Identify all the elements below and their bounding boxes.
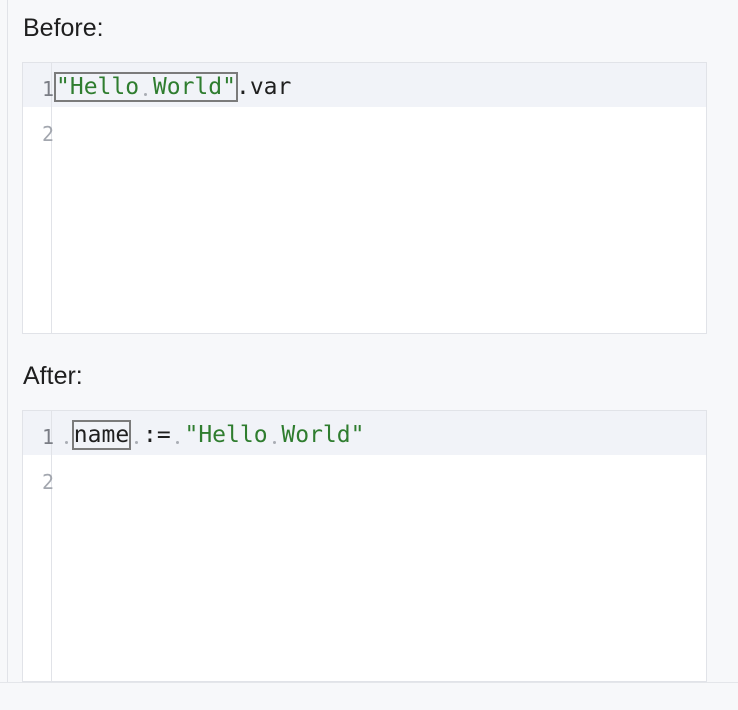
after-code-editor[interactable]: 1 2 name := "Hello World" — [22, 410, 707, 682]
left-divider — [7, 0, 8, 682]
string-literal-part: "Hello — [56, 74, 140, 100]
bottom-divider — [0, 682, 738, 683]
after-label: After: — [23, 362, 83, 390]
template-variable-box[interactable]: name — [71, 420, 132, 450]
gutter-divider — [51, 411, 52, 681]
postfix-suffix: .var — [235, 74, 292, 100]
string-literal-part: World" — [152, 74, 236, 100]
before-label: Before: — [23, 14, 104, 42]
before-code-editor[interactable]: 1 2 "Hello World".var — [22, 62, 707, 334]
template-string-box[interactable]: "Hello World" — [54, 72, 238, 102]
string-literal-part: "Hello — [184, 422, 268, 448]
code-line[interactable]: "Hello World".var — [54, 72, 292, 102]
assignment-operator: := — [142, 422, 171, 448]
code-line[interactable]: name := "Hello World" — [60, 420, 364, 450]
line-number: 2 — [42, 470, 55, 494]
line-number: 2 — [42, 122, 55, 146]
string-literal-part: World" — [281, 422, 365, 448]
line-number: 1 — [42, 425, 55, 449]
gutter-divider — [51, 63, 52, 333]
